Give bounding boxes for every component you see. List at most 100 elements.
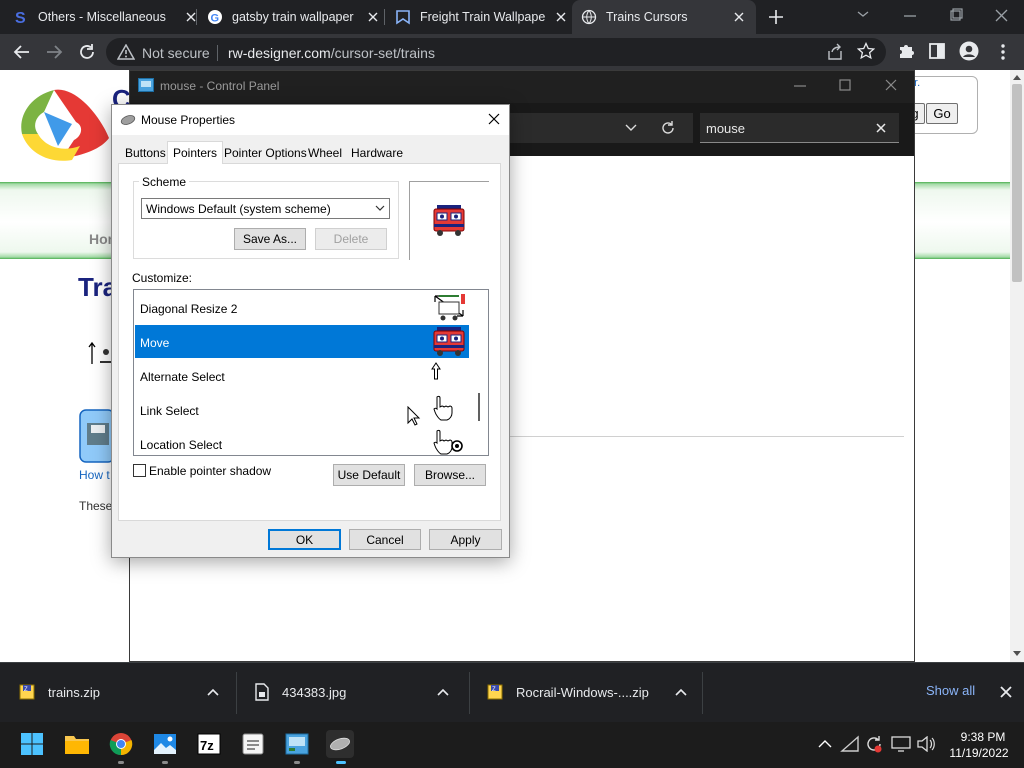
zip-archive-icon: Z (18, 683, 36, 701)
tab-separator (384, 9, 385, 25)
cursor-list-scrollbar[interactable] (470, 291, 487, 454)
control-panel-title: mouse - Control Panel (160, 79, 280, 93)
download-item-434383-jpg[interactable]: 434383.jpg (254, 662, 460, 722)
enable-shadow-label[interactable]: Enable pointer shadow (149, 464, 271, 478)
download-item-trains-zip[interactable]: Z trains.zip (18, 662, 230, 722)
scheme-label: Scheme (139, 175, 190, 189)
clear-search-icon[interactable] (875, 122, 887, 134)
clock-date[interactable]: 11/19/2022 (946, 746, 1012, 760)
display-tray-icon[interactable] (891, 736, 911, 752)
google-icon: G (206, 8, 224, 26)
globe-icon (580, 8, 598, 26)
floppy-download-icon[interactable] (79, 409, 115, 463)
chevron-up-icon[interactable] (436, 687, 450, 697)
cursor-list-scroll-thumb[interactable] (478, 393, 480, 421)
volume-icon[interactable] (916, 736, 936, 752)
chevron-up-icon[interactable] (674, 687, 688, 697)
file-explorer-icon[interactable] (63, 730, 91, 758)
enable-shadow-checkbox[interactable] (133, 464, 146, 477)
warning-icon[interactable] (117, 44, 135, 60)
forward-arrow-icon[interactable] (44, 42, 64, 62)
chevron-up-icon[interactable] (817, 737, 833, 751)
svg-text:Z: Z (492, 687, 496, 693)
windows-start-icon[interactable] (18, 730, 46, 758)
rw-designer-logo-icon[interactable] (14, 86, 114, 166)
close-icon[interactable] (182, 8, 200, 26)
tab-pointer-options[interactable]: Pointer Options (219, 143, 312, 163)
tab-title: Trains Cursors (606, 10, 688, 24)
control-panel-window-controls[interactable] (792, 78, 912, 94)
list-item-move[interactable]: Move (135, 325, 469, 358)
network-tray-icon[interactable] (840, 735, 860, 753)
reload-icon[interactable] (77, 42, 97, 62)
new-tab-plus-icon[interactable] (766, 8, 786, 26)
extensions-puzzle-icon[interactable] (897, 42, 915, 60)
bookmark-star-icon[interactable] (857, 42, 875, 60)
download-separator (236, 672, 237, 714)
delete-button[interactable]: Delete (315, 228, 387, 250)
list-item-diagonal-resize-2[interactable]: Diagonal Resize 2 (135, 291, 469, 324)
update-sync-icon[interactable] (864, 734, 884, 754)
control-panel-taskbar-icon[interactable] (283, 730, 311, 758)
photos-icon[interactable] (151, 730, 179, 758)
use-default-button[interactable]: Use Default (333, 464, 405, 486)
hand-location-icon (431, 428, 467, 459)
url-text[interactable]: rw-designer.com/cursor-set/trains (228, 45, 435, 61)
scheme-dropdown[interactable]: Windows Default (system scheme) (141, 198, 390, 219)
7zip-icon[interactable]: 7z (195, 730, 223, 758)
share-icon[interactable] (826, 43, 844, 61)
tab-gatsby-train-wallpaper[interactable]: G gatsby train wallpaper (206, 0, 382, 34)
tab-buttons[interactable]: Buttons (120, 143, 171, 163)
scroll-down-arrow-icon[interactable] (1012, 650, 1022, 658)
close-icon[interactable] (998, 684, 1014, 700)
close-icon[interactable] (552, 8, 570, 26)
red-train-icon (431, 326, 467, 357)
show-all-downloads-link[interactable]: Show all (926, 683, 975, 698)
profile-avatar-icon[interactable] (959, 41, 979, 61)
address-bar[interactable] (106, 38, 886, 66)
list-item-alternate-select[interactable]: Alternate Select (135, 359, 469, 392)
save-as-button[interactable]: Save As... (234, 228, 306, 250)
cursor-preview-icon[interactable] (86, 340, 114, 368)
browse-button[interactable]: Browse... (414, 464, 486, 486)
ok-button[interactable]: OK (268, 529, 341, 550)
tab-trains-cursors[interactable]: Trains Cursors (572, 0, 756, 34)
tab-wheel[interactable]: Wheel (303, 143, 347, 163)
close-icon[interactable] (364, 8, 382, 26)
dialog-title: Mouse Properties (141, 113, 236, 127)
running-indicator (162, 761, 168, 764)
chevron-up-icon[interactable] (206, 687, 220, 697)
tab-title: gatsby train wallpaper (232, 10, 354, 24)
scroll-up-arrow-icon[interactable] (1012, 73, 1022, 81)
tab-hardware[interactable]: Hardware (346, 143, 408, 163)
refresh-icon[interactable] (660, 120, 676, 136)
cancel-button[interactable]: Cancel (349, 529, 421, 550)
chevron-down-icon[interactable] (624, 122, 638, 134)
tab-pointers[interactable]: Pointers (167, 141, 224, 164)
how-to-link[interactable]: How t (79, 468, 110, 482)
page-scroll-thumb[interactable] (1012, 84, 1022, 282)
kebab-menu-icon[interactable] (995, 42, 1011, 62)
chrome-icon[interactable] (107, 730, 135, 758)
notepad-app-icon[interactable] (239, 730, 267, 758)
not-secure-label[interactable]: Not secure (142, 45, 210, 61)
go-button[interactable]: Go (926, 103, 958, 124)
image-file-icon (254, 683, 270, 701)
url-host: rw-designer.com (228, 45, 331, 61)
list-item-location-select[interactable]: Location Select (135, 427, 469, 460)
tab-freight-train-wallpaper[interactable]: Freight Train Wallpaper (394, 0, 570, 34)
download-item-rocrail-zip[interactable]: Z Rocrail-Windows-....zip (486, 662, 698, 722)
mouse-properties-taskbar-icon[interactable] (326, 730, 354, 758)
clock-time[interactable]: 9:38 PM (958, 730, 1008, 744)
hand-pointer-icon (431, 394, 467, 425)
list-item-label: Move (140, 336, 170, 350)
side-panel-icon[interactable] (929, 43, 945, 59)
tab-others-miscellaneous[interactable]: S Others - Miscellaneous (12, 0, 200, 34)
close-icon[interactable] (486, 111, 502, 127)
apply-button[interactable]: Apply (429, 529, 502, 550)
red-train-icon (431, 204, 467, 237)
chevron-down-icon[interactable] (374, 203, 386, 213)
zip-archive-icon: Z (486, 683, 504, 701)
close-icon[interactable] (730, 8, 748, 26)
back-arrow-icon[interactable] (12, 42, 32, 62)
